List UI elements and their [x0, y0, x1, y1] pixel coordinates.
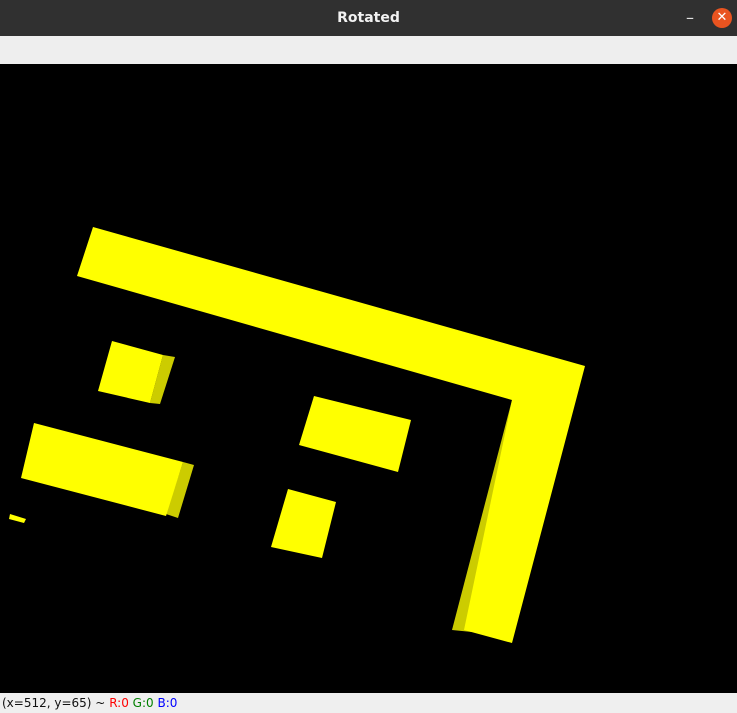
rotated-image — [0, 64, 737, 693]
red-value: R:0 — [109, 696, 129, 710]
close-button[interactable]: ✕ — [712, 8, 732, 28]
window-title: Rotated — [337, 10, 400, 26]
minimize-button[interactable]: – — [678, 6, 702, 30]
toolbar — [0, 36, 737, 65]
title-bar: Rotated – ✕ — [0, 0, 737, 36]
green-value: G:0 — [132, 696, 154, 710]
image-canvas[interactable] — [0, 64, 737, 693]
status-bar: (x=512, y=65) ~ R:0 G:0 B:0 — [0, 693, 737, 711]
blue-value: B:0 — [157, 696, 178, 710]
cursor-coordinates: (x=512, y=65) ~ — [2, 696, 106, 710]
